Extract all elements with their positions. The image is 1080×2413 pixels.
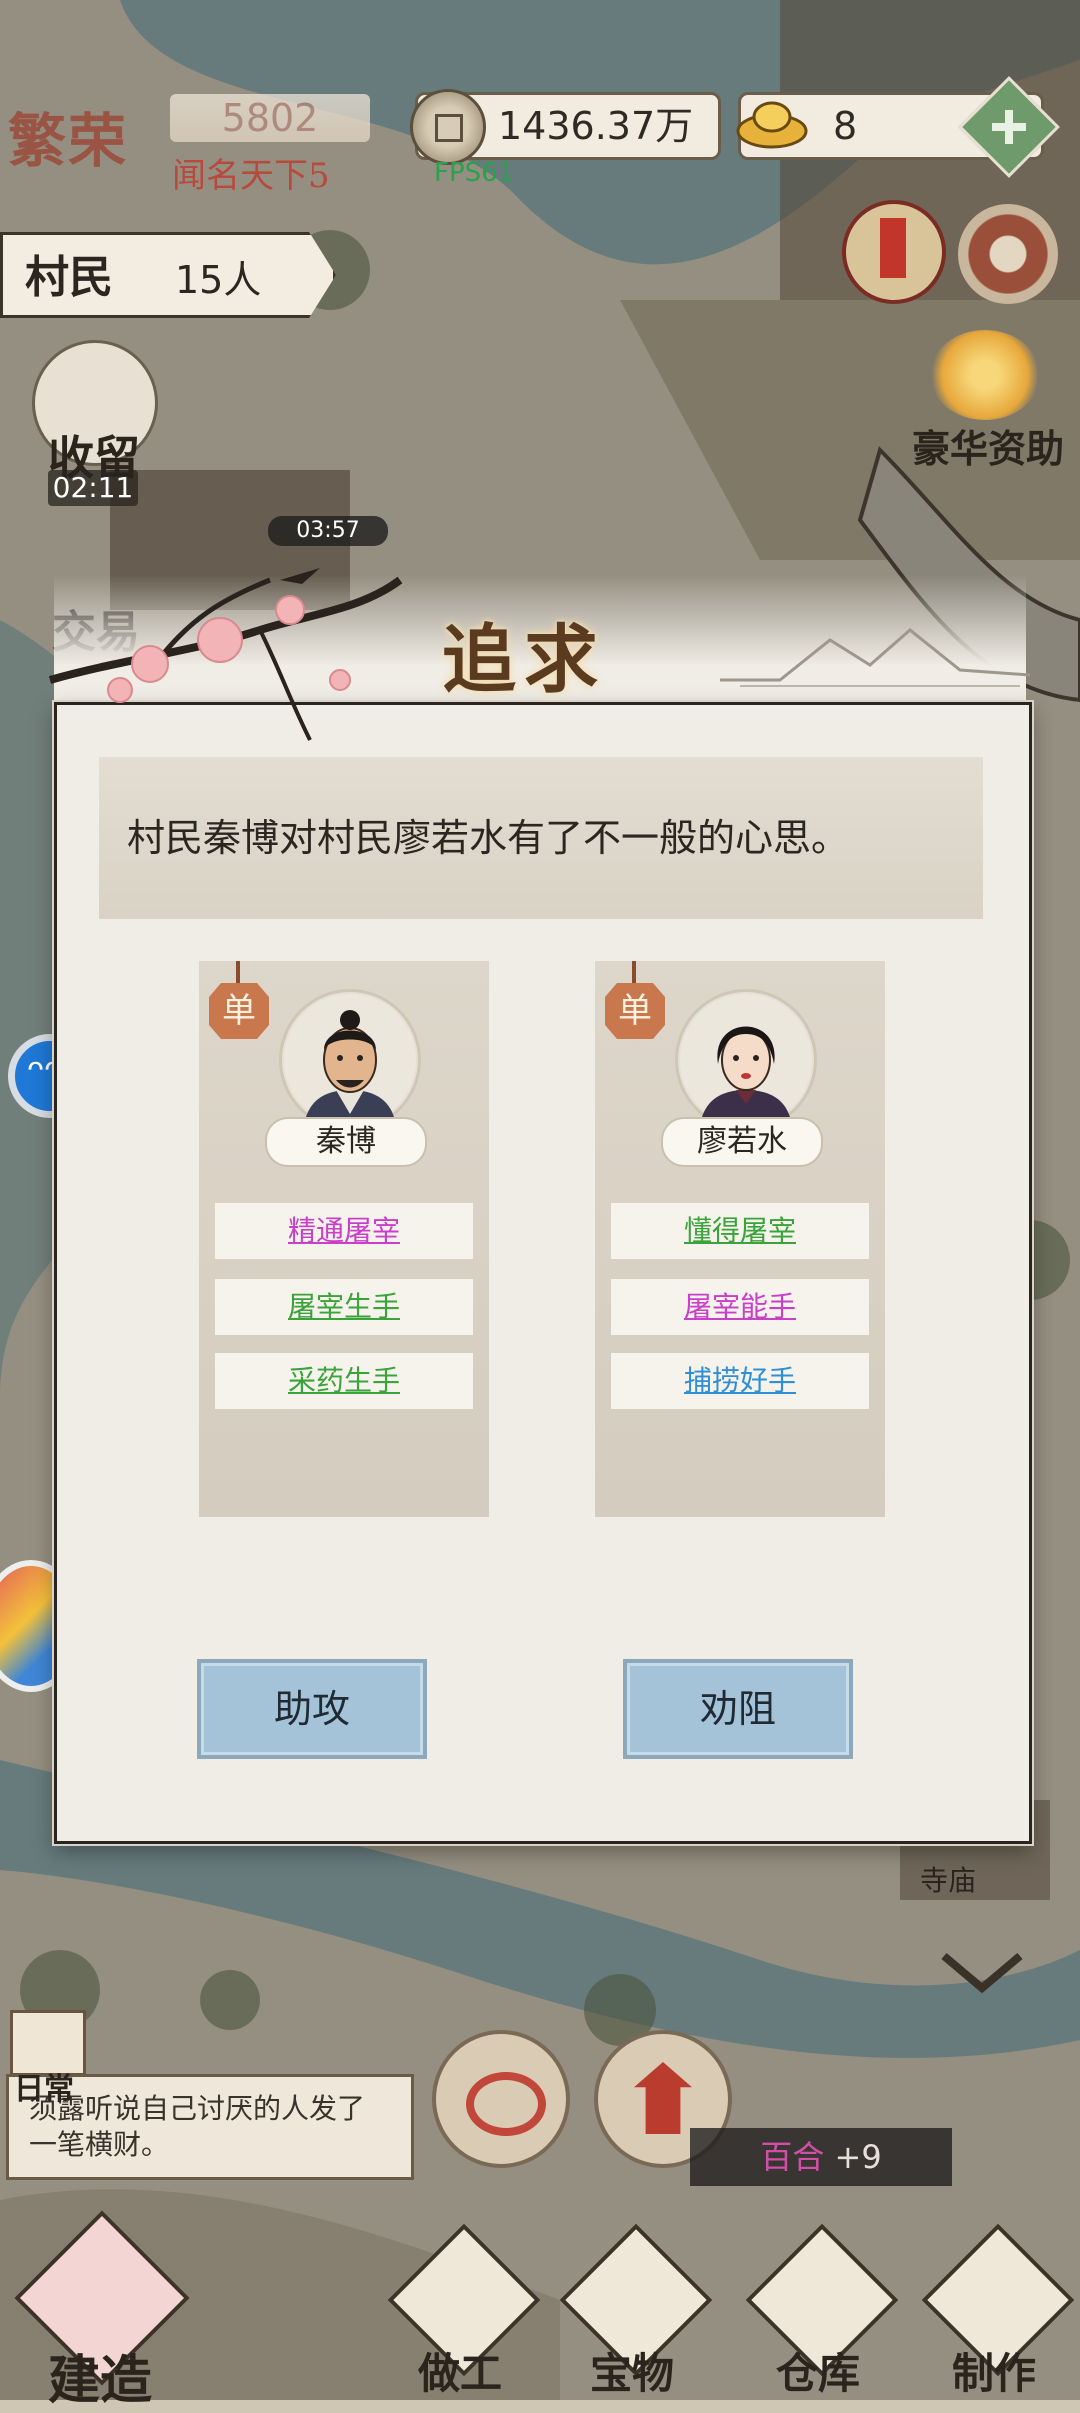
villager-card-liaoruoshui: 单 廖若水 懂得屠宰 屠宰能手 捕捞好手 xyxy=(595,961,885,1517)
single-status-tag: 单 xyxy=(209,961,269,1039)
villager-panel[interactable]: 村民 15人 xyxy=(0,232,336,318)
pursuit-dialog: 村民秦博对村民廖若水有了不一般的心思。 单 秦博 精通屠宰 屠宰生手 采药生手 xyxy=(54,702,1032,1844)
bracelet-icon[interactable] xyxy=(432,2030,570,2168)
avatar xyxy=(279,989,421,1131)
settings-gear-icon[interactable] xyxy=(958,204,1058,304)
avatar xyxy=(675,989,817,1131)
decree-button[interactable] xyxy=(842,200,946,304)
trait-link[interactable]: 采药生手 xyxy=(215,1353,473,1409)
trait-link[interactable]: 捕捞好手 xyxy=(611,1353,869,1409)
villager-name: 秦博 xyxy=(265,1117,427,1167)
assist-button[interactable]: 助攻 xyxy=(197,1659,427,1759)
gold-panel[interactable]: 8 xyxy=(736,76,1060,178)
trait-link[interactable]: 懂得屠宰 xyxy=(611,1203,869,1259)
daily-event-text: 须露听说自己讨厌的人发了一笔横财。 xyxy=(29,2092,366,2161)
coin-value: 1436.37万 xyxy=(498,104,694,148)
lily-label: 百合 xyxy=(760,2138,825,2176)
prosperity-panel[interactable]: 繁荣 5802 闻名天下5 xyxy=(0,88,390,208)
nav-craft-label: 制作 xyxy=(951,2349,1036,2398)
nav-craft-button[interactable]: 制作 xyxy=(921,2223,1075,2398)
villager-card-qinbo: 单 秦博 精通屠宰 屠宰生手 采药生手 xyxy=(199,961,489,1517)
dissuade-button[interactable]: 劝阻 xyxy=(623,1659,853,1759)
daily-label: 日常 xyxy=(14,2072,74,2107)
lily-notification[interactable]: 百合 +9 xyxy=(690,2128,952,2186)
gold-value: 8 xyxy=(833,104,858,148)
nav-treasure-label: 宝物 xyxy=(589,2349,674,2398)
prosperity-value: 5802 xyxy=(170,94,370,142)
nav-storage-button[interactable]: 仓库 xyxy=(745,2223,899,2398)
trait-link[interactable]: 屠宰生手 xyxy=(215,1279,473,1335)
villager-label: 村民 xyxy=(25,252,113,303)
nav-work-button[interactable]: 做工 xyxy=(387,2223,541,2398)
trait-link[interactable]: 屠宰能手 xyxy=(611,1279,869,1335)
male-portrait-icon xyxy=(284,994,416,1126)
lily-count: +9 xyxy=(834,2138,882,2176)
gold-ingot-icon xyxy=(736,101,808,149)
message-text: 村民秦博对村民廖若水有了不一般的心思。 xyxy=(127,816,850,860)
nav-work-label: 做工 xyxy=(417,2349,502,2398)
single-status-tag: 单 xyxy=(605,961,665,1039)
copper-coin-icon xyxy=(410,89,486,165)
coin-panel[interactable]: 1436.37万 xyxy=(410,89,721,165)
villager-count: 15人 xyxy=(175,258,262,302)
prosperity-rank: 闻名天下5 xyxy=(172,156,330,196)
shelter-timer: 02:11 xyxy=(48,470,138,506)
prosperity-title: 繁荣 xyxy=(8,107,129,175)
nav-storage-label: 仓库 xyxy=(775,2349,860,2398)
collapse-chevron-icon[interactable] xyxy=(940,1952,1024,1996)
trait-link[interactable]: 精通屠宰 xyxy=(215,1203,473,1259)
nav-build-button[interactable]: 建造 xyxy=(10,2210,190,2411)
message-box: 村民秦博对村民廖若水有了不一般的心思。 xyxy=(99,757,983,919)
mountain-decoration xyxy=(720,628,1030,687)
fps-counter: FPS61 xyxy=(434,158,515,188)
sponsor-label[interactable]: 豪华资助 xyxy=(912,418,1064,473)
plum-blossom-branch-decoration xyxy=(48,568,403,741)
nav-build-label: 建造 xyxy=(47,2350,152,2411)
dialog-title: 追求 xyxy=(442,617,606,703)
female-portrait-icon xyxy=(680,994,812,1126)
nav-treasure-button[interactable]: 宝物 xyxy=(559,2223,713,2398)
villager-name: 廖若水 xyxy=(661,1117,823,1167)
sponsor-gift-icon[interactable] xyxy=(930,330,1040,420)
